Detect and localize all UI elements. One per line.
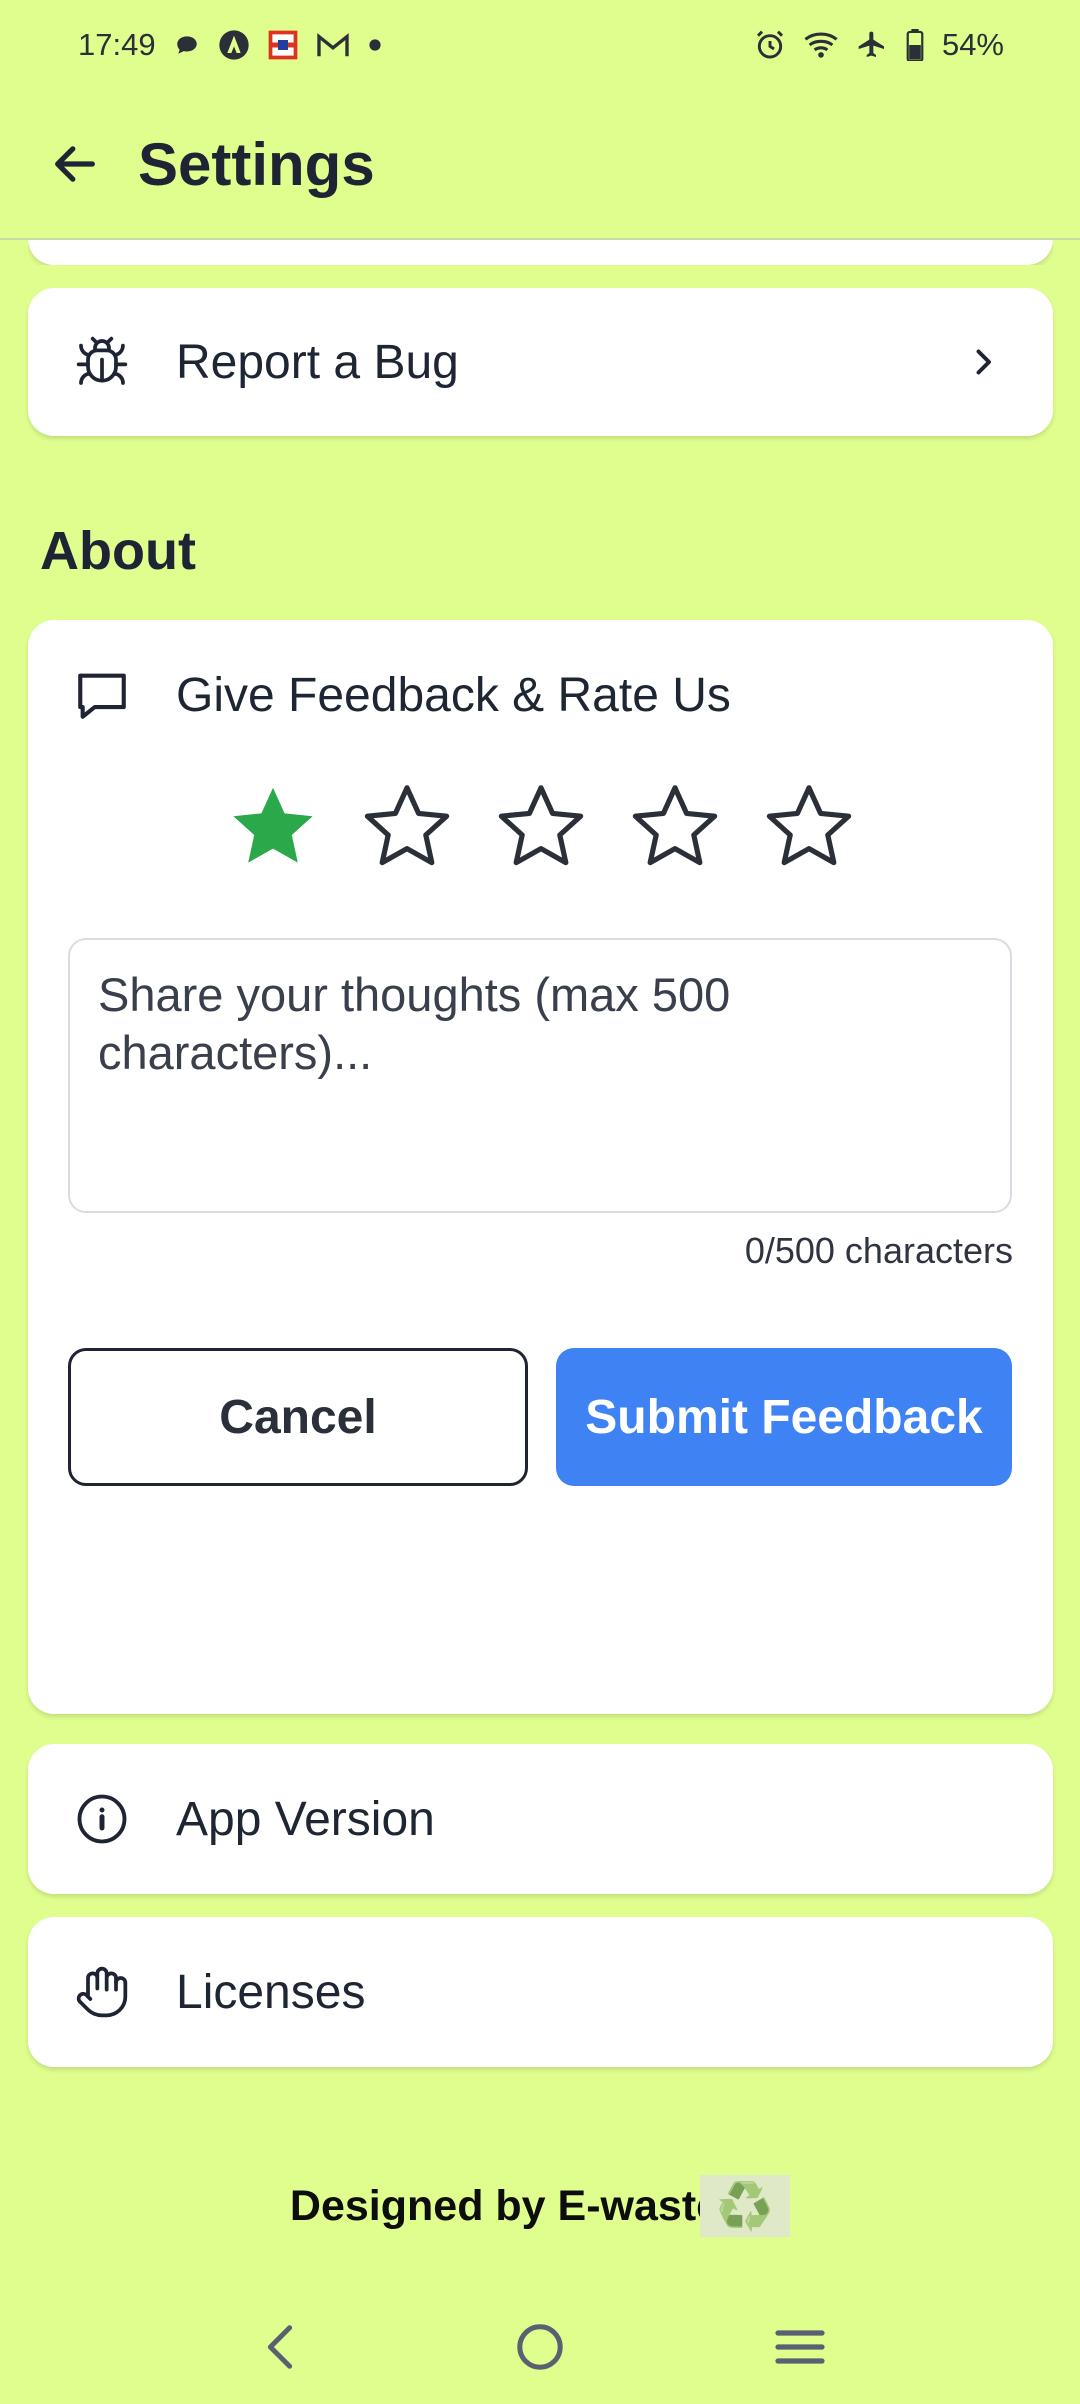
status-right: 54% — [754, 27, 1004, 63]
licenses-card[interactable]: Licenses — [28, 1917, 1053, 2067]
app-bar: Settings — [0, 90, 1080, 240]
info-icon — [72, 1789, 132, 1849]
hand-icon — [72, 1962, 132, 2022]
feedback-textarea[interactable] — [68, 938, 1012, 1213]
star-5-empty-icon[interactable] — [760, 778, 858, 876]
battery-icon — [906, 29, 924, 61]
star-1-filled-icon[interactable] — [224, 778, 322, 876]
recycle-icon: ♻️ — [700, 2175, 791, 2237]
footer-text: Designed by E-waste — [289, 2181, 721, 2230]
chat-bubble-icon — [174, 32, 200, 58]
footer-emoji: ♻️ — [716, 2179, 774, 2232]
status-left: 17:49 — [78, 27, 382, 63]
nav-home-button[interactable] — [500, 2307, 580, 2387]
bug-icon — [72, 332, 132, 392]
submit-feedback-button[interactable]: Submit Feedback — [556, 1348, 1012, 1486]
nav-back-button[interactable] — [240, 2307, 320, 2387]
gmail-icon — [316, 31, 350, 59]
wifi-icon — [804, 30, 838, 60]
report-bug-label: Report a Bug — [176, 335, 459, 389]
status-time: 17:49 — [78, 27, 156, 62]
back-nav-icon — [267, 2325, 293, 2369]
report-bug-card[interactable]: Report a Bug — [28, 288, 1053, 436]
feedback-row[interactable]: Give Feedback & Rate Us — [28, 620, 1053, 770]
about-section-title: About — [40, 521, 196, 581]
alarm-icon — [754, 29, 786, 61]
star-4-empty-icon[interactable] — [626, 778, 724, 876]
feedback-card: Give Feedback & Rate Us 0/500 characters… — [28, 620, 1053, 1714]
report-bug-row[interactable]: Report a Bug — [28, 288, 1053, 436]
back-button[interactable] — [40, 129, 110, 199]
footer: Designed by E-waste ♻️ — [0, 2175, 1080, 2237]
status-bar: 17:49 54% — [0, 0, 1080, 90]
arrow-left-icon — [55, 146, 95, 182]
home-nav-icon — [517, 2324, 563, 2370]
app-version-label: App Version — [176, 1792, 435, 1846]
system-nav-bar — [0, 2290, 1080, 2404]
app-version-row[interactable]: App Version — [28, 1744, 1053, 1894]
feedback-label: Give Feedback & Rate Us — [176, 668, 731, 722]
nav-recents-button[interactable] — [760, 2307, 840, 2387]
char-count: 0/500 characters — [744, 1230, 1013, 1271]
message-square-icon — [72, 665, 132, 725]
recents-nav-icon — [775, 2330, 825, 2364]
star-3-empty-icon[interactable] — [492, 778, 590, 876]
dot-icon — [368, 38, 382, 52]
cancel-button[interactable]: Cancel — [68, 1348, 528, 1486]
chevron-right-icon — [963, 342, 1003, 382]
page-title: Settings — [138, 130, 375, 198]
android-auto-icon — [218, 29, 250, 61]
licenses-label: Licenses — [176, 1965, 366, 2019]
rating-stars — [28, 778, 1053, 876]
app-notification-icon — [268, 30, 298, 60]
airplane-icon — [856, 29, 888, 61]
app-version-card[interactable]: App Version — [28, 1744, 1053, 1894]
star-2-empty-icon[interactable] — [358, 778, 456, 876]
licenses-row[interactable]: Licenses — [28, 1917, 1053, 2067]
battery-percent: 54% — [941, 27, 1004, 62]
